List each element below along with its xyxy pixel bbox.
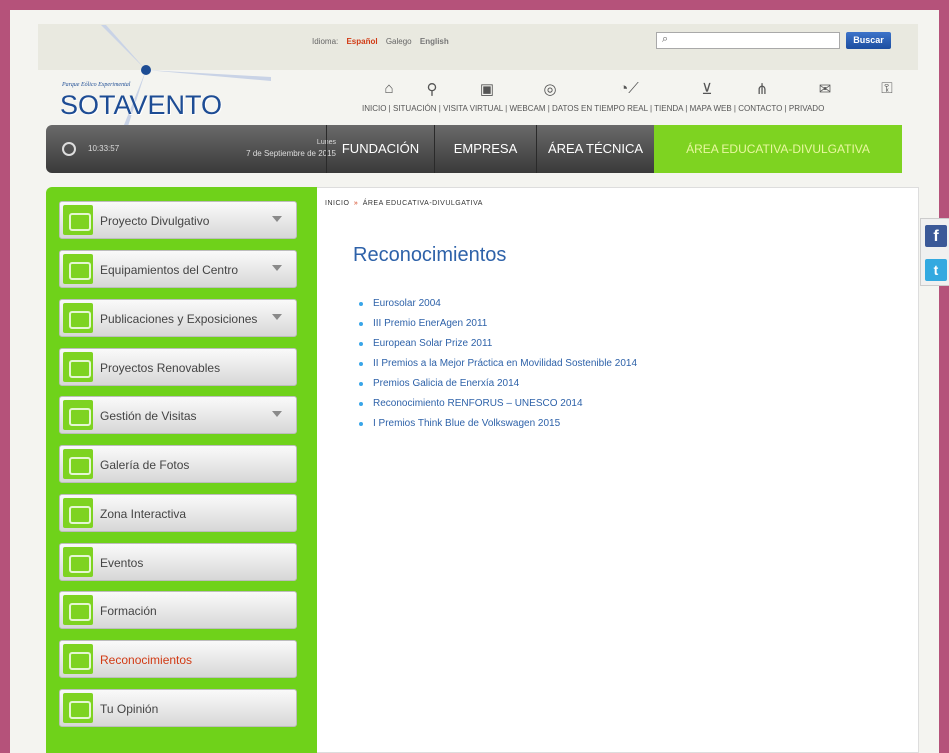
clock-time: 10:33:57 [88,144,120,153]
webcam-icon[interactable]: ◎ [535,80,565,98]
people-icon [63,693,93,723]
chevron-down-icon [272,265,282,271]
nav-visita-virtual[interactable]: VISITA VIRTUAL [443,104,503,113]
breadcrumb-current: ÁREA EDUCATIVA-DIVULGATIVA [362,200,483,207]
nav-situacion[interactable]: SITUACIÓN [393,104,437,113]
cart-icon[interactable]: ⊻ [692,80,722,98]
search-button[interactable]: Buscar [846,32,891,49]
list-item[interactable]: I Premios Think Blue de Volkswagen 2015 [359,414,637,434]
search-icon: ⌕ [662,33,669,45]
realtime-chart-icon[interactable]: ◔⟋ [614,80,644,97]
sidebar-item-label: Tu Opinión [100,702,159,716]
chevron-down-icon [272,411,282,417]
nav-area-tecnica[interactable]: ÁREA TÉCNICA [536,125,654,173]
sidebar-item-label: Eventos [100,556,144,570]
nav-webcam[interactable]: WEBCAM [509,104,545,113]
main-nav: 10:33:57 Lunes 7 de Septiembre de 2015 F… [46,125,902,173]
sidebar-item-label: Zona Interactiva [100,507,187,521]
sidebar-item-label: Formación [100,604,157,618]
logo-subtitle: Parque Eólico Experimental [62,82,131,88]
nav-empresa[interactable]: EMPRESA [434,125,536,173]
language-en[interactable]: English [420,37,449,46]
sidebar-item-proyecto-divulgativo[interactable]: Proyecto Divulgativo [59,201,297,239]
book-icon [63,595,93,625]
nav-datos[interactable]: DATOS EN TIEMPO REAL [552,104,648,113]
awards-list: Eurosolar 2004 III Premio EnerAgen 2011 … [359,294,637,434]
list-item[interactable]: II Premios a la Mejor Práctica en Movili… [359,354,637,374]
language-gl[interactable]: Galego [386,37,412,46]
chevron-down-icon [272,216,282,222]
twitter-icon[interactable]: t [925,259,947,281]
chevron-down-icon [272,314,282,320]
private-icon[interactable]: ⚿ [872,80,902,97]
search-input[interactable] [656,32,840,49]
list-item[interactable]: Eurosolar 2004 [359,294,637,314]
sidebar-item-reconocimientos[interactable]: Reconocimientos [59,640,297,678]
sidebar-item-label: Equipamientos del Centro [100,263,239,277]
people-icon [63,449,93,479]
sidebar-item-galeria-fotos[interactable]: Galería de Fotos [59,445,297,483]
target-icon [63,205,93,235]
logo-title: SOTAVENTO [60,90,223,120]
list-item[interactable]: Reconocimiento RENFORUS – UNESCO 2014 [359,394,637,414]
clock-icon [62,142,76,156]
icon-nav: ⌂ ⚲ ▣ ◎ ◔⟋ ⊻ ⋔ ✉ ⚿ INICIO | SITUACIÓN | … [362,80,922,120]
arrow-icon [63,644,93,674]
sitemap-icon[interactable]: ⋔ [747,80,777,98]
mail-icon[interactable]: ✉ [810,80,840,98]
people-icon [63,400,93,430]
language-label: Idioma: [312,37,339,46]
sidebar-item-eventos[interactable]: Eventos [59,543,297,581]
hand-icon [63,498,93,528]
list-item[interactable]: European Solar Prize 2011 [359,334,637,354]
nav-contacto[interactable]: CONTACTO [738,104,782,113]
main-content: INICIO » ÁREA EDUCATIVA-DIVULGATIVA Reco… [317,187,919,753]
sidebar: Proyecto Divulgativo Equipamientos del C… [46,187,317,753]
sidebar-item-label: Galería de Fotos [100,458,190,472]
book-icon [63,303,93,333]
bulb-icon [63,352,93,382]
list-item[interactable]: III Premio EnerAgen 2011 [359,314,637,334]
nav-mapa-web[interactable]: MAPA WEB [690,104,732,113]
sidebar-item-tu-opinion[interactable]: Tu Opinión [59,689,297,727]
home-icon[interactable]: ⌂ [374,80,404,97]
sidebar-item-label: Reconocimientos [100,653,193,667]
arrow-icon [63,254,93,284]
sidebar-item-publicaciones[interactable]: Publicaciones y Exposiciones [59,299,297,337]
clock-day: Lunes [316,139,336,146]
sidebar-item-label: Gestión de Visitas [100,409,197,423]
language-selector: Idioma: Español Galego English [312,37,455,46]
icon-nav-labels: INICIO | SITUACIÓN | VISITA VIRTUAL | WE… [362,104,825,113]
nav-inicio[interactable]: INICIO [362,104,386,113]
page: Parque Eólico Experimental SOTAVENTO Idi… [10,10,939,753]
sidebar-item-gestion-visitas[interactable]: Gestión de Visitas [59,396,297,434]
arrow-icon [63,547,93,577]
language-es[interactable]: Español [346,37,377,46]
sidebar-item-label: Proyectos Renovables [100,361,221,375]
camera-icon[interactable]: ▣ [472,80,502,98]
sidebar-item-label: Publicaciones y Exposiciones [100,312,258,326]
sidebar-item-formacion[interactable]: Formación [59,591,297,629]
nav-tienda[interactable]: TIENDA [654,104,683,113]
location-pin-icon[interactable]: ⚲ [417,80,447,98]
sidebar-item-zona-interactiva[interactable]: Zona Interactiva [59,494,297,532]
breadcrumb: INICIO » ÁREA EDUCATIVA-DIVULGATIVA [325,200,483,207]
sidebar-item-label: Proyecto Divulgativo [100,214,210,228]
breadcrumb-separator: » [353,200,359,207]
nav-fundacion[interactable]: FUNDACIÓN [326,125,434,173]
content: Proyecto Divulgativo Equipamientos del C… [46,187,919,753]
logo[interactable]: Parque Eólico Experimental SOTAVENTO [46,25,316,145]
breadcrumb-home[interactable]: INICIO [325,200,349,207]
list-item[interactable]: Premios Galicia de Enerxía 2014 [359,374,637,394]
nav-privado[interactable]: PRIVADO [789,104,824,113]
social-share: f t [920,218,949,286]
clock-date: 7 de Septiembre de 2015 [246,149,336,158]
sidebar-item-proyectos-renovables[interactable]: Proyectos Renovables [59,348,297,386]
sidebar-item-equipamientos[interactable]: Equipamientos del Centro [59,250,297,288]
facebook-icon[interactable]: f [925,225,947,247]
page-title: Reconocimientos [353,244,507,266]
nav-area-educativa[interactable]: ÁREA EDUCATIVA-DIVULGATIVA [654,125,902,173]
